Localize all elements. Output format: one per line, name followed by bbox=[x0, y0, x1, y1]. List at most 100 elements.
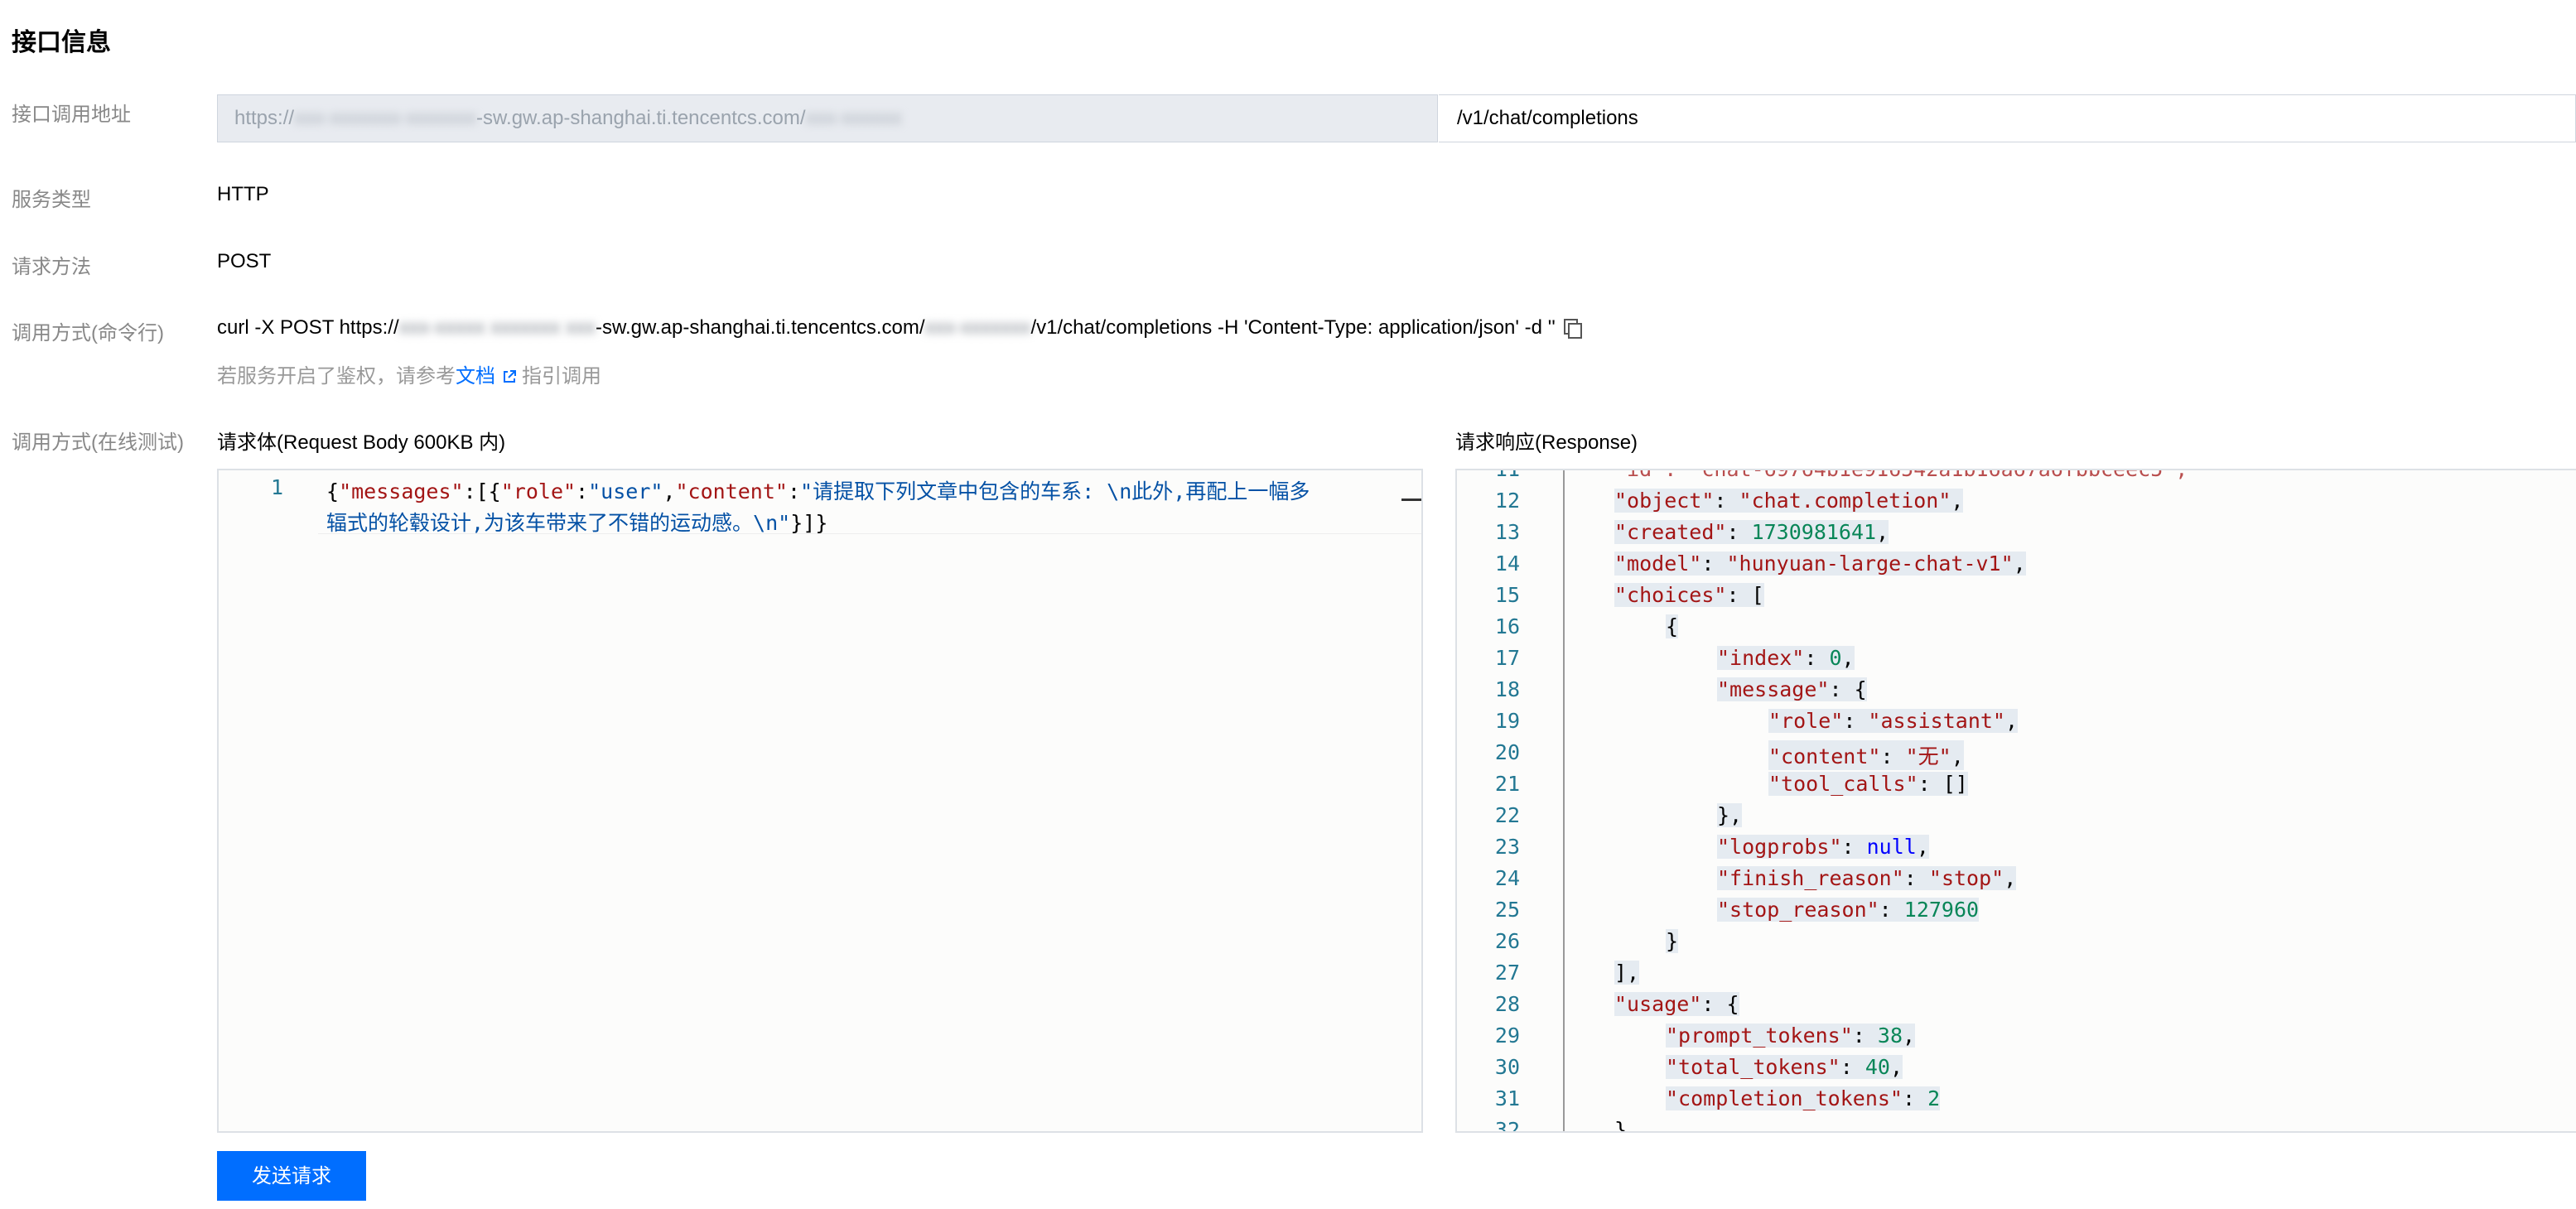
editor-gutter-line bbox=[1563, 470, 1565, 1131]
response-line-11: "id": "chat-69764b1e916542a1b16a67a6fbbc… bbox=[1614, 469, 2188, 481]
line-number: 27 bbox=[1494, 961, 1520, 985]
json-string: "请提取下列文章中包含的车系: \n此外,再配上一幅多 bbox=[800, 479, 1310, 503]
section-title: 接口信息 bbox=[12, 29, 111, 56]
response-line-26: } bbox=[1666, 929, 1679, 953]
curl-part-3: /v1/chat/completions -H 'Content-Type: a… bbox=[1030, 316, 1556, 339]
copy-icon[interactable] bbox=[1563, 319, 1582, 339]
json-keyword: null bbox=[1866, 835, 1917, 859]
endpoint-masked-id: xxx-xxxxxxx-xxxxxxx bbox=[294, 107, 477, 129]
minimap-indicator bbox=[1401, 499, 1421, 501]
method-value: POST bbox=[217, 250, 272, 272]
response-line-13: "created": 1730981641, bbox=[1614, 520, 1889, 544]
json-string: "无" bbox=[1905, 744, 1951, 768]
line-number: 22 bbox=[1494, 803, 1520, 827]
response-line-30: "total_tokens": 40, bbox=[1666, 1055, 1903, 1079]
curl-command: curl -X POST https://xxx-xxxxx xxxxxxx x… bbox=[217, 316, 1582, 340]
response-line-20: "content": "无", bbox=[1768, 740, 1964, 770]
json-punct: :[{ bbox=[463, 479, 501, 503]
response-line-21: "tool_calls": [] bbox=[1768, 772, 1968, 796]
json-number: 0 bbox=[1829, 646, 1842, 670]
endpoint-prefix: https:// bbox=[234, 107, 295, 129]
online-test-label: 调用方式(在线测试) bbox=[12, 431, 184, 454]
endpoint-label: 接口调用地址 bbox=[12, 104, 131, 126]
line-number: 30 bbox=[1494, 1055, 1520, 1079]
response-line-28: "usage": { bbox=[1614, 992, 1739, 1016]
curl-masked-host: xxx-xxxxx xxxxxxx xxx bbox=[398, 316, 596, 339]
response-line-18: "message": { bbox=[1717, 677, 1867, 701]
line-number: 25 bbox=[1494, 898, 1520, 922]
cli-label: 调用方式(命令行) bbox=[12, 322, 164, 344]
request-body-title: 请求体(Request Body 600KB 内) bbox=[217, 431, 506, 454]
auth-note: 若服务开启了鉴权，请参考文档 指引调用 bbox=[217, 359, 601, 388]
json-punct: { bbox=[326, 479, 340, 503]
response-line-17: "index": 0, bbox=[1717, 646, 1855, 670]
json-string: "user" bbox=[588, 479, 663, 503]
json-number: 38 bbox=[1877, 1024, 1903, 1048]
auth-note-suffix: 指引调用 bbox=[522, 365, 601, 388]
json-string: "stop" bbox=[1928, 866, 2004, 890]
line-number: 32 bbox=[1494, 1118, 1520, 1133]
current-line-highlight bbox=[318, 533, 1421, 534]
method-label: 请求方法 bbox=[12, 256, 91, 278]
response-line-22: }, bbox=[1717, 803, 1743, 827]
line-number: 11 bbox=[1494, 469, 1520, 481]
service-type-label: 服务类型 bbox=[12, 189, 91, 211]
json-string: "hunyuan-large-chat-v1" bbox=[1726, 552, 2014, 576]
response-line-31: "completion_tokens": 2 bbox=[1666, 1086, 1941, 1110]
response-line-19: "role": "assistant", bbox=[1768, 709, 2019, 733]
response-line-25: "stop_reason": 127960 bbox=[1717, 898, 1980, 922]
response-line-32: } bbox=[1614, 1118, 1628, 1133]
json-key: "messages" bbox=[339, 479, 464, 503]
service-type-value: HTTP bbox=[217, 183, 269, 205]
json-number: 2 bbox=[1927, 1086, 1941, 1110]
line-number: 19 bbox=[1494, 709, 1520, 733]
json-punct: , bbox=[663, 479, 676, 503]
line-number: 14 bbox=[1494, 552, 1520, 576]
line-number: 18 bbox=[1494, 677, 1520, 701]
response-title: 请求响应(Response) bbox=[1455, 431, 1638, 454]
json-key: "content" bbox=[675, 479, 788, 503]
line-number: 24 bbox=[1494, 866, 1520, 890]
json-number: 40 bbox=[1864, 1055, 1890, 1079]
external-link-icon[interactable] bbox=[502, 369, 517, 384]
endpoint-path-field[interactable]: /v1/chat/completions bbox=[1439, 94, 2576, 142]
line-number: 26 bbox=[1494, 929, 1520, 953]
docs-link[interactable]: 文档 bbox=[456, 365, 495, 388]
json-line: "id": "chat-69764b1e916542a1b16a67a6fbbc… bbox=[1614, 469, 2188, 481]
response-line-15: "choices": [ bbox=[1614, 583, 1764, 607]
line-number: 28 bbox=[1494, 992, 1520, 1016]
line-number: 15 bbox=[1494, 583, 1520, 607]
curl-part-2: -sw.gw.ap-shanghai.ti.tencentcs.com/ bbox=[595, 316, 925, 339]
response-line-23: "logprobs": null, bbox=[1717, 835, 1929, 859]
line-number: 12 bbox=[1494, 489, 1520, 513]
json-string: "assistant" bbox=[1868, 709, 2005, 733]
json-punct: : bbox=[787, 479, 801, 503]
auth-note-text: 若服务开启了鉴权，请参考 bbox=[217, 365, 456, 388]
json-punct: }]} bbox=[790, 511, 828, 535]
response-line-14: "model": "hunyuan-large-chat-v1", bbox=[1614, 552, 2026, 576]
json-punct: : bbox=[576, 479, 589, 503]
endpoint-masked-path: xxx-xxxxxx bbox=[805, 107, 902, 129]
line-number: 21 bbox=[1494, 772, 1520, 796]
json-array: [] bbox=[1942, 772, 1968, 796]
line-number: 31 bbox=[1494, 1086, 1520, 1110]
endpoint-host-field[interactable]: https://xxx-xxxxxxx-xxxxxxx-sw.gw.ap-sha… bbox=[217, 94, 1438, 142]
response-line-12: "object": "chat.completion", bbox=[1614, 489, 1964, 513]
json-string: "chat.completion" bbox=[1739, 489, 1951, 513]
send-request-button[interactable]: 发送请求 bbox=[217, 1151, 366, 1201]
response-line-27: ], bbox=[1614, 961, 1640, 985]
line-number: 16 bbox=[1494, 614, 1520, 638]
response-viewer[interactable]: 11 "id": "chat-69764b1e916542a1b16a67a6f… bbox=[1455, 469, 2576, 1133]
json-number: 127960 bbox=[1903, 898, 1980, 922]
request-body-editor[interactable]: 1 {"messages":[{"role":"user","content":… bbox=[217, 469, 1423, 1133]
json-number: 1730981641 bbox=[1751, 520, 1877, 544]
json-key: "role" bbox=[500, 479, 576, 503]
request-line-1-wrap: 辐式的轮毂设计,为该车带来了不错的运动感。\n"}]} bbox=[326, 507, 827, 537]
response-line-16: { bbox=[1666, 614, 1679, 638]
line-number: 1 bbox=[270, 475, 283, 499]
response-line-29: "prompt_tokens": 38, bbox=[1666, 1024, 1916, 1048]
line-number: 29 bbox=[1494, 1024, 1520, 1048]
curl-masked-path: xxx-xxxxxxx bbox=[924, 316, 1031, 339]
curl-part-1: curl -X POST https:// bbox=[217, 316, 399, 339]
request-line-1: {"messages":[{"role":"user","content":"请… bbox=[326, 475, 1310, 505]
